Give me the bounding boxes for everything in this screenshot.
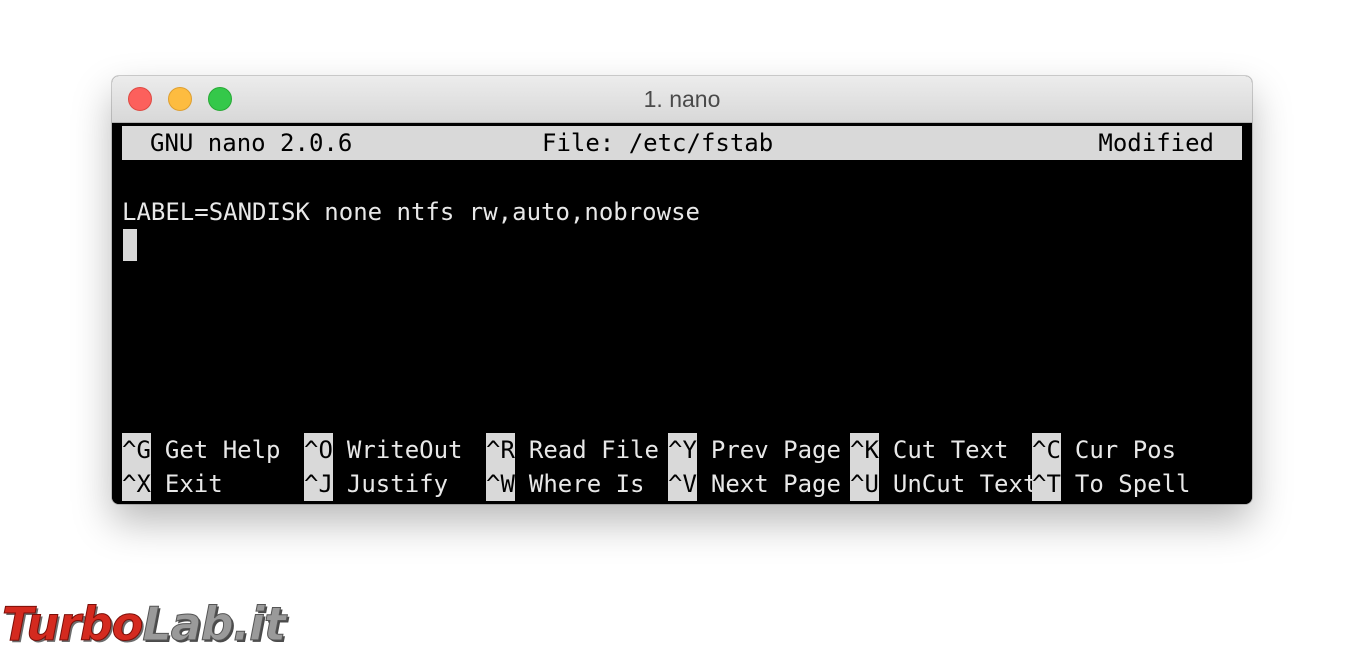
- shortcut-label: Next Page: [710, 470, 841, 498]
- shortcut-row-bottom: ^X Exit ^J Justify ^W Where Is ^V Next Page …: [122, 467, 1242, 501]
- nano-header-bar: GNU nano 2.0.6 File: /etc/fstab Modified: [122, 126, 1242, 160]
- shortcut-label: UnCut Text: [892, 470, 1038, 498]
- shortcut-justify[interactable]: ^J Justify: [304, 467, 448, 501]
- shortcut-label: Justify: [346, 470, 449, 498]
- shortcut-cur-pos[interactable]: ^C Cur Pos: [1032, 433, 1176, 467]
- shortcut-label: To Spell: [1074, 470, 1191, 498]
- shortcut-key: ^T: [1032, 467, 1061, 501]
- shortcut-row-top: ^G Get Help ^O WriteOut ^R Read File ^Y Prev…: [122, 433, 1242, 467]
- shortcut-key: ^J: [304, 467, 333, 501]
- shortcut-key: ^Y: [668, 433, 697, 467]
- shortcut-key: ^V: [668, 467, 697, 501]
- shortcut-next-page[interactable]: ^V Next Page: [668, 467, 841, 501]
- editor-text-line[interactable]: LABEL=SANDISK none ntfs rw,auto,nobrowse: [122, 195, 700, 229]
- shortcut-read-file[interactable]: ^R Read File: [486, 433, 659, 467]
- shortcut-label: Cut Text: [892, 436, 1009, 464]
- window-title: 1. nano: [643, 86, 721, 112]
- watermark-text-lab: Lab.it: [142, 597, 287, 652]
- watermark-text-turbo: Turbo: [1, 597, 143, 652]
- shortcut-key: ^O: [304, 433, 333, 467]
- shortcut-key: ^R: [486, 433, 515, 467]
- shortcut-key: ^U: [850, 467, 879, 501]
- shortcut-prev-page[interactable]: ^Y Prev Page: [668, 433, 841, 467]
- shortcut-key: ^C: [1032, 433, 1061, 467]
- shortcut-key: ^X: [122, 467, 151, 501]
- shortcut-label: Get Help: [164, 436, 281, 464]
- window-titlebar[interactable]: 1. nano: [112, 76, 1252, 123]
- shortcut-cut-text[interactable]: ^K Cut Text: [850, 433, 1009, 467]
- terminal-screen[interactable]: GNU nano 2.0.6 File: /etc/fstab Modified…: [112, 123, 1252, 504]
- shortcut-label: Read File: [528, 436, 659, 464]
- nano-file-name: File: /etc/fstab: [542, 129, 774, 157]
- nano-modified-status: Modified: [1098, 129, 1214, 157]
- shortcut-key: ^K: [850, 433, 879, 467]
- shortcut-writeout[interactable]: ^O WriteOut: [304, 433, 463, 467]
- shortcut-exit[interactable]: ^X Exit: [122, 467, 223, 501]
- shortcut-key: ^W: [486, 467, 515, 501]
- shortcut-label: Where Is: [528, 470, 645, 498]
- shortcut-key: ^G: [122, 433, 151, 467]
- shortcut-get-help[interactable]: ^G Get Help: [122, 433, 281, 467]
- shortcut-label: Cur Pos: [1074, 436, 1177, 464]
- nano-version: GNU nano 2.0.6: [150, 129, 353, 157]
- shortcut-label: Exit: [164, 470, 223, 498]
- turbolab-watermark-logo: TurboLab.it: [1, 596, 287, 652]
- shortcut-where-is[interactable]: ^W Where Is: [486, 467, 645, 501]
- shortcut-label: Prev Page: [710, 436, 841, 464]
- text-cursor: [123, 229, 137, 261]
- shortcut-uncut-text[interactable]: ^U UnCut Text: [850, 467, 1037, 501]
- shortcut-label: WriteOut: [346, 436, 463, 464]
- shortcut-to-spell[interactable]: ^T To Spell: [1032, 467, 1191, 501]
- terminal-window: 1. nano GNU nano 2.0.6 File: /etc/fstab …: [112, 76, 1252, 504]
